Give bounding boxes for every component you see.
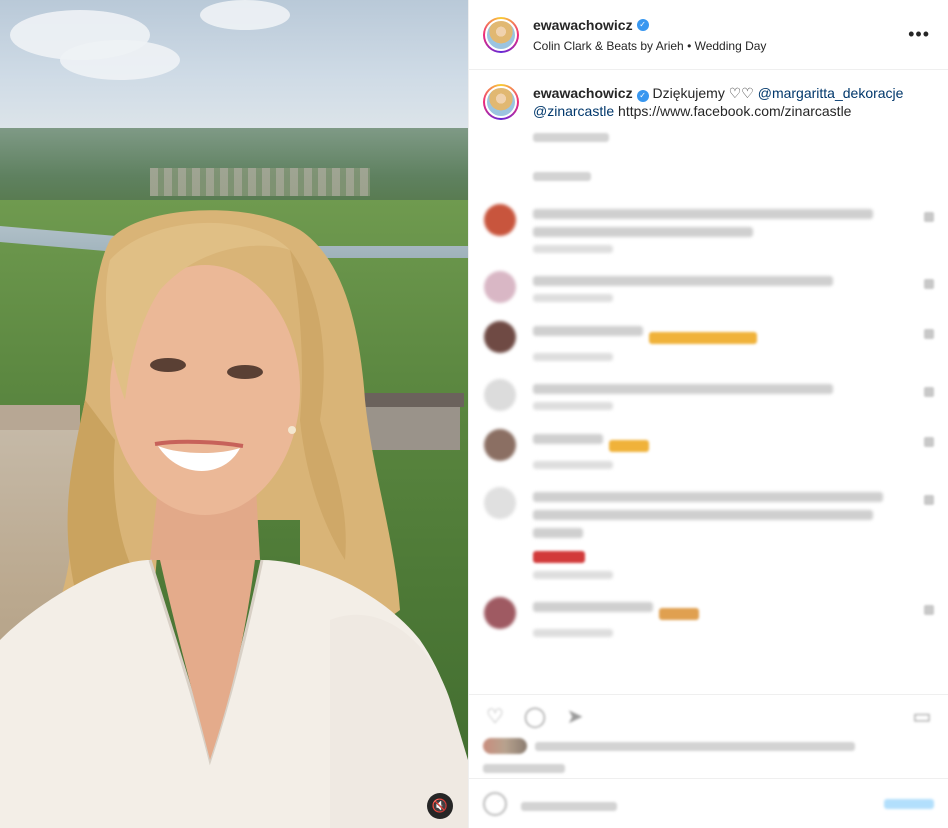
comment-meta-blurred[interactable] — [533, 245, 613, 253]
comment-meta-blurred[interactable] — [533, 353, 613, 361]
comment-body — [533, 429, 934, 469]
commenter-avatar[interactable] — [484, 271, 516, 303]
commenter-avatar[interactable] — [484, 321, 516, 353]
mention-link-margaritta[interactable]: @margaritta_dekoracje — [758, 85, 904, 101]
caption-text: Dziękujemy — [652, 85, 725, 101]
share-send-icon[interactable]: ➤ — [563, 705, 587, 729]
comment-meta-blurred[interactable] — [533, 571, 613, 579]
comment-text-blurred — [533, 209, 873, 219]
comment-body — [533, 321, 934, 361]
author-username-row[interactable]: ewawachowicz ✓ — [533, 17, 649, 33]
comment-hearts-blurred — [533, 551, 585, 563]
comment-like-icon[interactable] — [924, 329, 934, 339]
comment-item — [483, 379, 934, 411]
author-username[interactable]: ewawachowicz — [533, 17, 633, 33]
comment-meta-blurred[interactable] — [533, 461, 613, 469]
comment-input[interactable] — [521, 798, 884, 811]
post-date-blurred — [483, 764, 565, 773]
comment-like-icon[interactable] — [924, 279, 934, 289]
post-header: ewawachowicz ✓ Colin Clark & Beats by Ar… — [469, 0, 948, 70]
speaker-muted-icon: 🔇 — [431, 798, 449, 813]
comment-body — [533, 379, 934, 410]
view-translation-blurred[interactable] — [533, 168, 934, 186]
liker-avatars[interactable] — [483, 738, 527, 754]
comment-like-icon[interactable] — [924, 212, 934, 222]
comment-emoji-blurred — [659, 608, 699, 620]
comment-item — [483, 597, 934, 637]
comment-text-blurred — [533, 384, 833, 394]
caption-meta-blurred — [533, 128, 903, 146]
likes-text-blurred[interactable] — [535, 741, 855, 751]
comment-text-blurred — [533, 528, 583, 538]
verified-badge-icon: ✓ — [636, 18, 649, 31]
comment-meta-blurred[interactable] — [533, 294, 613, 302]
comment-text-blurred — [533, 227, 753, 237]
caption-url[interactable]: https://www.facebook.com/zinarcastle — [618, 103, 851, 119]
comment-item — [483, 204, 934, 253]
comment-emoji-blurred — [609, 440, 649, 452]
add-comment-bar — [469, 778, 948, 828]
heart-emoji: ♡♡ — [728, 85, 754, 101]
emoji-picker-icon[interactable] — [483, 791, 507, 816]
post-comment-button[interactable] — [884, 798, 934, 809]
comment-item — [483, 429, 934, 469]
like-heart-icon[interactable]: ♡ — [483, 705, 507, 729]
commenter-avatar[interactable] — [484, 487, 516, 519]
comment-emoji-blurred — [649, 332, 757, 344]
commenter-avatar[interactable] — [484, 204, 516, 236]
mention-link-zinarcastle[interactable]: @zinarcastle — [533, 103, 614, 119]
comment-body — [533, 271, 934, 302]
caption-body: ewawachowicz ✓ Dziękujemy ♡♡ @margaritta_… — [533, 84, 903, 146]
more-horizontal-icon: ••• — [908, 24, 930, 44]
comment-text-blurred — [533, 510, 873, 520]
comments-section: ewawachowicz ✓ Dziękujemy ♡♡ @margaritta_… — [469, 70, 948, 694]
verified-badge-icon: ✓ — [636, 90, 649, 102]
action-bar: ♡ ◯ ➤ ▭ — [469, 694, 948, 738]
comment-text-blurred — [533, 326, 643, 336]
likes-section — [469, 738, 948, 778]
comment-text-blurred — [533, 602, 653, 612]
comment-like-icon[interactable] — [924, 387, 934, 397]
comment-body — [533, 487, 934, 579]
comment-like-icon[interactable] — [924, 437, 934, 447]
comment-text-blurred — [533, 492, 883, 502]
caption: ewawachowicz ✓ Dziękujemy ♡♡ @margaritta_… — [483, 84, 934, 146]
commenter-avatar[interactable] — [484, 429, 516, 461]
commenter-avatar[interactable] — [484, 379, 516, 411]
post-side-panel: ewawachowicz ✓ Colin Clark & Beats by Ar… — [468, 0, 948, 828]
comment-body — [533, 204, 934, 253]
comment-like-icon[interactable] — [924, 495, 934, 505]
comment-text-blurred — [533, 276, 833, 286]
comment-bubble-icon[interactable]: ◯ — [523, 705, 547, 729]
comment-item — [483, 321, 934, 361]
author-avatar[interactable] — [483, 16, 519, 53]
comment-meta-blurred[interactable] — [533, 629, 613, 637]
comment-list — [483, 204, 934, 637]
comment-text-blurred — [533, 434, 603, 444]
caption-author-avatar[interactable] — [483, 84, 519, 120]
comment-item — [483, 271, 934, 303]
instagram-post-modal: 🔇 ewawachowicz ✓ Colin Clark & Beats by … — [0, 0, 948, 828]
comment-meta-blurred[interactable] — [533, 402, 613, 410]
commenter-avatar[interactable] — [484, 597, 516, 629]
bookmark-icon[interactable]: ▭ — [910, 705, 934, 729]
post-media[interactable]: 🔇 — [0, 0, 468, 828]
more-options-button[interactable]: ••• — [904, 24, 934, 45]
comment-item — [483, 487, 934, 579]
mute-button[interactable]: 🔇 — [427, 793, 453, 819]
caption-username[interactable]: ewawachowicz — [533, 85, 633, 101]
audio-track[interactable]: Colin Clark & Beats by Arieh • Wedding D… — [533, 39, 904, 53]
woman-selfie — [0, 210, 468, 828]
comment-body — [533, 597, 934, 637]
comment-like-icon[interactable] — [924, 605, 934, 615]
